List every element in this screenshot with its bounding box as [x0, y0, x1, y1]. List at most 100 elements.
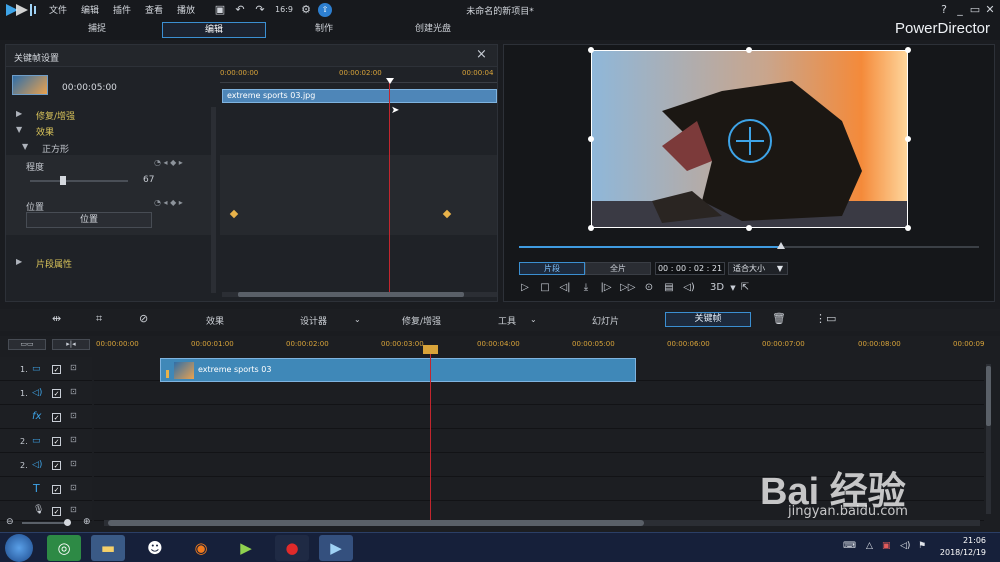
close-icon[interactable]: ✕ — [982, 2, 998, 18]
volume-icon[interactable]: ◁) — [900, 541, 910, 551]
keyframe-controls-icon[interactable]: ◔ ◂ ◆ ▸ — [154, 198, 183, 207]
section-effects[interactable]: 效果 — [36, 125, 54, 138]
scrollbar-thumb[interactable] — [108, 520, 644, 526]
chevron-down-icon[interactable]: ⌄ — [354, 315, 361, 324]
zoom-out-icon[interactable]: ⊖ — [6, 517, 14, 527]
redo-icon[interactable]: ↷ — [252, 2, 268, 18]
timeline-playhead[interactable] — [430, 346, 431, 522]
scrollbar-thumb[interactable] — [986, 366, 991, 426]
scrollbar-thumb[interactable] — [238, 292, 464, 297]
fit-size-select[interactable]: 适合大小 ▼ — [728, 262, 788, 275]
tab-produce[interactable]: 制作 — [272, 22, 376, 38]
playhead-marker-icon[interactable] — [386, 78, 394, 84]
resize-handle[interactable] — [746, 225, 752, 231]
undock-icon[interactable]: ⇱ — [738, 281, 752, 295]
stop-icon[interactable]: □ — [538, 281, 552, 295]
keyframe-ruler[interactable]: 0:00:00:00 00:00:02:00 00:00:04 — [220, 67, 497, 83]
expand-arrow-icon[interactable]: ▶ — [16, 109, 22, 118]
chevron-down-icon[interactable]: ⌄ — [530, 315, 537, 324]
menu-edit[interactable]: 编辑 — [81, 3, 99, 16]
preview-timecode[interactable]: 00 : 00 : 02 : 21 — [655, 262, 725, 275]
section-repair[interactable]: 修复/增强 — [36, 109, 75, 122]
slideshow-button[interactable]: 幻灯片 — [592, 314, 619, 327]
snapshot-icon[interactable]: ⊙ — [642, 281, 656, 295]
effects-button[interactable]: 效果 — [206, 314, 224, 327]
track-enable-checkbox[interactable]: ✓ — [52, 389, 61, 398]
resize-handle[interactable] — [905, 47, 911, 53]
close-icon[interactable]: × — [476, 47, 487, 62]
menu-view[interactable]: 查看 — [145, 3, 163, 16]
storyboard-view-icon[interactable]: ▭▭ — [8, 339, 46, 350]
clip-mode-button[interactable]: 片段 — [519, 262, 585, 275]
media-app-icon[interactable]: ▶ — [229, 535, 263, 561]
delete-icon[interactable]: 🗑 — [772, 312, 786, 325]
repair-enhance-button[interactable]: 修复/增强 — [402, 314, 441, 327]
prev-frame-icon[interactable]: ◁| — [558, 281, 572, 295]
tab-edit[interactable]: 编辑 — [162, 22, 266, 38]
track-enable-checkbox[interactable]: ✓ — [52, 461, 61, 470]
fit-timeline-icon[interactable]: ▸|◂ — [52, 339, 90, 350]
crop-icon[interactable]: ⌗ — [96, 312, 102, 326]
resize-handle[interactable] — [588, 225, 594, 231]
tab-create-disc[interactable]: 创建光盘 — [381, 22, 485, 38]
settings-gear-icon[interactable]: ⚙ — [298, 2, 314, 18]
preview-video-frame[interactable] — [591, 50, 908, 228]
fast-forward-icon[interactable]: ▷▷ — [620, 281, 635, 295]
mark-icon[interactable]: ⤓ — [579, 281, 593, 295]
resize-handle[interactable] — [905, 136, 911, 142]
tools-button[interactable]: 工具 — [498, 314, 516, 327]
aspect-ratio-icon[interactable]: 16:9 — [273, 2, 295, 18]
collapse-arrow-icon[interactable]: ▼ — [22, 142, 28, 151]
start-button[interactable] — [5, 534, 33, 562]
zoom-slider-handle[interactable] — [64, 519, 71, 526]
track-enable-checkbox[interactable]: ✓ — [52, 365, 61, 374]
play-icon[interactable]: ▷ — [518, 281, 532, 295]
zoom-in-icon[interactable]: ⊕ — [83, 517, 91, 527]
menu-file[interactable]: 文件 — [49, 3, 67, 16]
playhead-marker-icon[interactable] — [423, 345, 438, 354]
clock-date[interactable]: 2018/12/19 — [940, 548, 986, 557]
track-lane[interactable] — [94, 405, 984, 429]
powerdirector-app-icon[interactable]: ▶ — [319, 535, 353, 561]
position-button[interactable]: 位置 — [26, 212, 152, 228]
full-movie-mode-button[interactable]: 全片 — [585, 262, 651, 275]
lock-icon[interactable]: ⊡ — [70, 435, 77, 444]
qq-app-icon[interactable]: ☻ — [138, 535, 172, 561]
horizontal-scrollbar[interactable] — [104, 520, 980, 526]
designer-button[interactable]: 设计器 — [300, 314, 327, 327]
horizontal-scrollbar[interactable] — [222, 292, 497, 297]
split-icon[interactable]: ⇹ — [52, 312, 61, 325]
firefox-app-icon[interactable]: ◉ — [184, 535, 218, 561]
resize-handle[interactable] — [905, 225, 911, 231]
volume-icon[interactable]: ◁) — [682, 281, 696, 295]
track-lane[interactable] — [94, 381, 984, 405]
lock-icon[interactable]: ⊡ — [70, 505, 77, 514]
lock-icon[interactable]: ⊡ — [70, 387, 77, 396]
degree-keyframe-lane[interactable] — [220, 155, 497, 195]
expand-arrow-icon[interactable]: ▶ — [16, 257, 22, 266]
timeline-ruler[interactable]: 00:00:00:00 00:00:01:00 00:00:02:00 00:0… — [94, 338, 990, 354]
cloud-upload-icon[interactable]: ⇧ — [318, 3, 332, 17]
menu-playback[interactable]: 播放 — [177, 3, 195, 16]
help-icon[interactable]: ? — [936, 2, 952, 18]
track-lane[interactable] — [94, 429, 984, 453]
zoom-slider[interactable] — [22, 522, 70, 524]
save-icon[interactable]: ▣ — [212, 2, 228, 18]
resize-handle[interactable] — [588, 136, 594, 142]
track-enable-checkbox[interactable]: ✓ — [52, 507, 61, 516]
recorder-app-icon[interactable]: ● — [275, 535, 309, 561]
vertical-scrollbar[interactable] — [986, 364, 991, 514]
keyframe-clip-bar[interactable]: extreme sports 03.jpg — [222, 89, 497, 103]
scrub-handle[interactable] — [777, 242, 786, 249]
minimize-icon[interactable]: _ — [952, 2, 968, 18]
keyboard-icon[interactable]: ⌨ — [843, 541, 856, 551]
tray-expand-icon[interactable]: △ — [866, 541, 873, 551]
resize-handle[interactable] — [588, 47, 594, 53]
lock-icon[interactable]: ⊡ — [70, 363, 77, 372]
undo-icon[interactable]: ↶ — [232, 2, 248, 18]
next-frame-icon[interactable]: |▷ — [599, 281, 613, 295]
flag-icon[interactable]: ⚑ — [918, 541, 926, 551]
more-icon[interactable]: ⋮▭ — [815, 312, 836, 325]
track-enable-checkbox[interactable]: ✓ — [52, 413, 61, 422]
resize-handle[interactable] — [746, 47, 752, 53]
